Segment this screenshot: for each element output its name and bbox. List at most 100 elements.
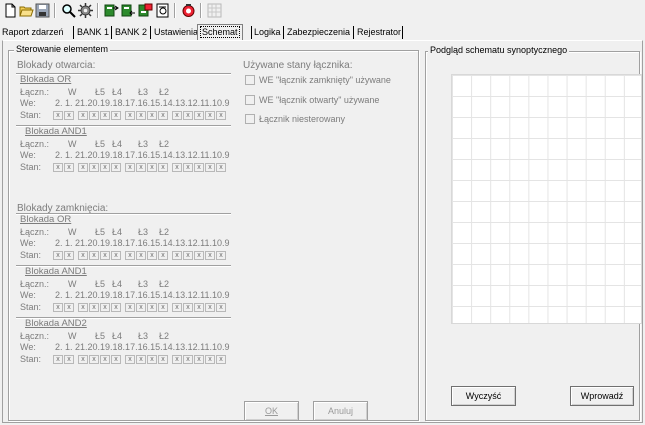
stan-cell[interactable]: x <box>64 163 74 172</box>
stan-cell[interactable]: x <box>216 111 226 120</box>
settings-gear-icon[interactable] <box>78 3 93 18</box>
stan-cell[interactable]: x <box>147 355 157 364</box>
stan-cell[interactable]: x <box>158 251 168 260</box>
stan-cell[interactable]: x <box>136 251 146 260</box>
stan-cell[interactable]: x <box>78 251 88 260</box>
stan-cell[interactable]: x <box>78 303 88 312</box>
stan-cell[interactable]: x <box>205 251 215 260</box>
stan-cell[interactable]: x <box>125 303 135 312</box>
zoom-icon[interactable] <box>61 3 76 18</box>
stan-cell[interactable]: x <box>205 355 215 364</box>
tab-zabezpieczenia[interactable]: Zabezpieczenia <box>287 26 350 40</box>
stan-cell[interactable]: x <box>183 251 193 260</box>
stan-cell[interactable]: x <box>147 111 157 120</box>
stan-cell[interactable]: x <box>158 303 168 312</box>
stan-cell[interactable]: x <box>194 251 204 260</box>
stan-cell[interactable]: x <box>136 355 146 364</box>
stan-cell[interactable]: x <box>100 303 110 312</box>
stan-cell[interactable]: x <box>111 111 121 120</box>
stan-cell[interactable]: x <box>100 163 110 172</box>
stan-cell[interactable]: x <box>78 355 88 364</box>
stan-cell[interactable]: x <box>64 111 74 120</box>
send-icon[interactable] <box>104 3 119 18</box>
stan-cell[interactable]: x <box>216 251 226 260</box>
stan-cell[interactable]: x <box>183 303 193 312</box>
stan-cell[interactable]: x <box>78 163 88 172</box>
stan-cell[interactable]: x <box>111 355 121 364</box>
stan-cell[interactable]: x <box>205 303 215 312</box>
tab-raport-zdarzen[interactable]: Raport zdarzeń <box>2 26 64 40</box>
stan-cell[interactable]: x <box>158 355 168 364</box>
stan-cell[interactable]: x <box>205 111 215 120</box>
cancel-button[interactable]: Anuluj <box>313 401 368 421</box>
stan-cell[interactable]: x <box>89 163 99 172</box>
receive-icon[interactable] <box>121 3 136 18</box>
stan-cell[interactable]: x <box>111 163 121 172</box>
stan-cell[interactable]: x <box>53 111 63 120</box>
stan-cell[interactable]: x <box>136 111 146 120</box>
compare-icon[interactable] <box>138 3 153 18</box>
checkbox-we-otwarty[interactable] <box>245 95 255 105</box>
stan-cell[interactable]: x <box>194 163 204 172</box>
stan-cell[interactable]: x <box>158 111 168 120</box>
stan-cell[interactable]: x <box>111 303 121 312</box>
ok-button[interactable]: OK <box>244 401 299 421</box>
stan-cell[interactable]: x <box>125 163 135 172</box>
stan-cell[interactable]: x <box>194 111 204 120</box>
save-icon[interactable] <box>35 3 50 18</box>
stan-cell[interactable]: x <box>147 303 157 312</box>
checkbox-we-zamkniety[interactable] <box>245 75 255 85</box>
stan-cell[interactable]: x <box>89 303 99 312</box>
tab-schemat[interactable]: Schemat <box>197 24 243 40</box>
stan-cell[interactable]: x <box>100 111 110 120</box>
stan-cell[interactable]: x <box>183 355 193 364</box>
stan-cell[interactable]: x <box>136 163 146 172</box>
stan-cell[interactable]: x <box>53 355 63 364</box>
stan-cell[interactable]: x <box>172 163 182 172</box>
stan-cell[interactable]: x <box>89 111 99 120</box>
clear-button[interactable]: Wyczyść <box>451 386 516 406</box>
help-icon[interactable] <box>181 3 196 18</box>
open-folder-icon[interactable] <box>19 3 34 18</box>
stan-cell[interactable]: x <box>172 251 182 260</box>
synoptic-grid[interactable] <box>451 74 642 324</box>
stan-cell[interactable]: x <box>183 111 193 120</box>
stan-cell[interactable]: x <box>172 111 182 120</box>
stan-cell[interactable]: x <box>125 251 135 260</box>
new-document-icon[interactable] <box>3 3 18 18</box>
stan-cell[interactable]: x <box>111 251 121 260</box>
stan-cell[interactable]: x <box>205 163 215 172</box>
stan-cell[interactable]: x <box>100 355 110 364</box>
stan-cell[interactable]: x <box>53 163 63 172</box>
stan-cell[interactable]: x <box>64 303 74 312</box>
stan-cell[interactable]: x <box>172 303 182 312</box>
stan-cell[interactable]: x <box>147 251 157 260</box>
stan-cell[interactable]: x <box>158 163 168 172</box>
print-preview-icon[interactable] <box>155 3 170 18</box>
tab-bank1[interactable]: BANK 1 <box>77 26 109 40</box>
stan-cell[interactable]: x <box>78 111 88 120</box>
stan-cell[interactable]: x <box>64 251 74 260</box>
stan-cell[interactable]: x <box>125 355 135 364</box>
stan-cell[interactable]: x <box>89 251 99 260</box>
stan-cell[interactable]: x <box>216 163 226 172</box>
stan-cell[interactable]: x <box>194 303 204 312</box>
stan-cell[interactable]: x <box>125 111 135 120</box>
stan-cell[interactable]: x <box>216 355 226 364</box>
stan-cell[interactable]: x <box>53 303 63 312</box>
tab-rejestrator[interactable]: Rejestrator <box>357 26 401 40</box>
enter-button[interactable]: Wprowadź <box>570 386 634 406</box>
stan-cell[interactable]: x <box>100 251 110 260</box>
stan-cell[interactable]: x <box>183 163 193 172</box>
stan-cell[interactable]: x <box>194 355 204 364</box>
stan-cell[interactable]: x <box>216 303 226 312</box>
checkbox-niesterowany[interactable] <box>245 114 255 124</box>
stan-cell[interactable]: x <box>89 355 99 364</box>
tab-bank2[interactable]: BANK 2 <box>115 26 147 40</box>
stan-cell[interactable]: x <box>136 303 146 312</box>
tab-ustawienia[interactable]: Ustawienia <box>154 26 198 40</box>
stan-cell[interactable]: x <box>64 355 74 364</box>
stan-cell[interactable]: x <box>147 163 157 172</box>
tab-logika[interactable]: Logika <box>254 26 281 40</box>
stan-cell[interactable]: x <box>172 355 182 364</box>
